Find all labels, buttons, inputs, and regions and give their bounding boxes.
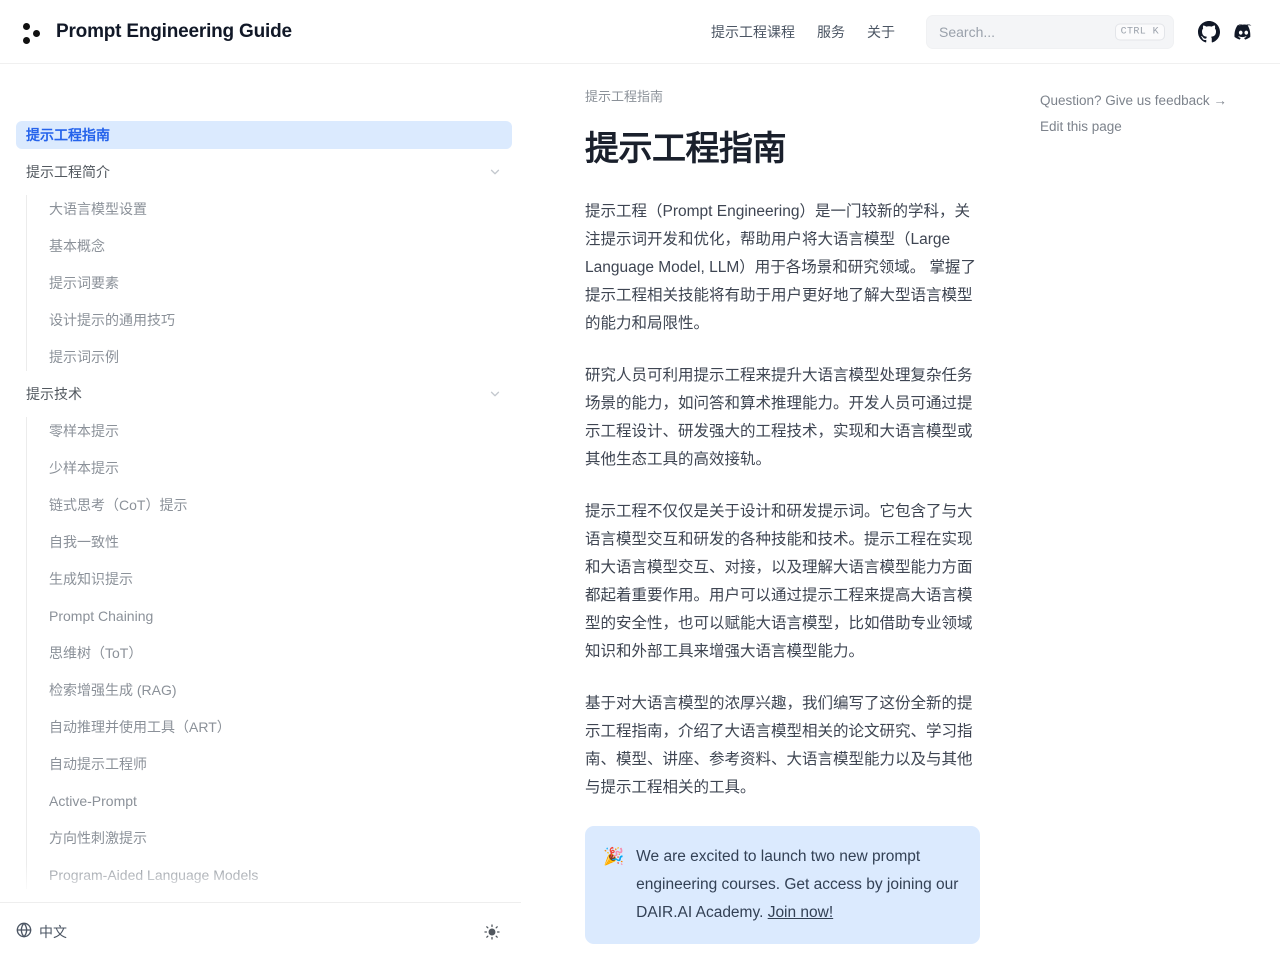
- sidebar-section-guide: 提示工程指南: [16, 121, 512, 149]
- chevron-down-icon: [488, 387, 502, 401]
- sidebar-item-zero-shot[interactable]: 零样本提示: [27, 417, 512, 445]
- sidebar-item-label: 提示工程简介: [26, 164, 110, 180]
- sidebar-section-techniques: 提示技术 零样本提示 少样本提示 链式思考（CoT）提示 自我一致性 生成知识提…: [16, 380, 512, 889]
- sidebar-item-rag[interactable]: 检索增强生成 (RAG): [27, 676, 512, 704]
- brand-home-link[interactable]: Prompt Engineering Guide: [20, 19, 292, 45]
- three-dots-logo-icon: [20, 19, 46, 45]
- sidebar-item-prompt-engineering-guide[interactable]: 提示工程指南: [16, 121, 512, 149]
- brand-title: Prompt Engineering Guide: [56, 20, 292, 42]
- paragraph-1: 提示工程（Prompt Engineering）是一门较新的学科，关注提示词开发…: [585, 203, 977, 332]
- github-icon[interactable]: [1194, 17, 1224, 47]
- callout-text: We are excited to launch two new prompt …: [636, 843, 962, 927]
- edit-page-link[interactable]: Edit this page: [1040, 114, 1260, 140]
- discord-icon[interactable]: [1228, 17, 1258, 47]
- sidebar-item-techniques[interactable]: 提示技术: [16, 380, 512, 408]
- right-rail: Question? Give us feedback → Edit this p…: [1020, 64, 1280, 960]
- main-content: 提示工程指南 提示工程指南 提示工程（Prompt Engineering）是一…: [560, 64, 1000, 960]
- sidebar-item-intro[interactable]: 提示工程简介: [16, 158, 512, 186]
- sidebar-item-label: 提示工程指南: [26, 127, 110, 143]
- top-header: Prompt Engineering Guide 提示工程课程 服务 关于 CT…: [0, 0, 1280, 64]
- sidebar-sublist-techniques: 零样本提示 少样本提示 链式思考（CoT）提示 自我一致性 生成知识提示 Pro…: [26, 417, 512, 889]
- nav-link-about[interactable]: 关于: [856, 22, 906, 42]
- sidebar-item-label: 提示技术: [26, 386, 82, 402]
- breadcrumb: 提示工程指南: [585, 89, 664, 104]
- join-now-link[interactable]: Join now!: [768, 904, 833, 921]
- sidebar-item-basic-concepts[interactable]: 基本概念: [27, 232, 512, 260]
- sidebar-item-active-prompt[interactable]: Active-Prompt: [27, 787, 512, 815]
- sidebar-item-llm-settings[interactable]: 大语言模型设置: [27, 195, 512, 223]
- sidebar-item-general-tips[interactable]: 设计提示的通用技巧: [27, 306, 512, 334]
- page-title: 提示工程指南: [585, 130, 787, 168]
- sidebar-item-directional-stimulus[interactable]: 方向性刺激提示: [27, 824, 512, 852]
- page-layout: 提示工程指南 提示工程简介 大语言模型设置 基本概念 提示词要素 设计提示的通用…: [0, 64, 1280, 960]
- globe-icon: [16, 922, 32, 941]
- announcement-callout: 🎉 We are excited to launch two new promp…: [585, 826, 980, 944]
- search-box[interactable]: CTRL K: [926, 14, 1174, 49]
- language-label: 中文: [39, 923, 67, 940]
- chevron-down-icon: [488, 165, 502, 179]
- sidebar-sublist-intro: 大语言模型设置 基本概念 提示词要素 设计提示的通用技巧 提示词示例: [26, 195, 512, 371]
- sidebar-item-pal[interactable]: Program-Aided Language Models: [27, 861, 512, 889]
- sidebar-item-generated-knowledge[interactable]: 生成知识提示: [27, 565, 512, 593]
- sun-icon[interactable]: [479, 919, 505, 945]
- sidebar-nav-list: 提示工程指南 提示工程简介 大语言模型设置 基本概念 提示词要素 设计提示的通用…: [16, 121, 512, 889]
- sidebar-item-cot[interactable]: 链式思考（CoT）提示: [27, 491, 512, 519]
- language-selector[interactable]: 中文: [16, 922, 67, 942]
- party-popper-icon: 🎉: [603, 847, 625, 866]
- sidebar-footer: 中文: [0, 902, 521, 960]
- paragraph-4: 基于对大语言模型的浓厚兴趣，我们编写了这份全新的提示工程指南，介绍了大语言模型相…: [585, 695, 973, 796]
- sidebar-item-prompt-chaining[interactable]: Prompt Chaining: [27, 602, 512, 630]
- sidebar-item-tot[interactable]: 思维树（ToT）: [27, 639, 512, 667]
- search-shortcut-badge: CTRL K: [1114, 23, 1165, 40]
- sidebar-item-few-shot[interactable]: 少样本提示: [27, 454, 512, 482]
- left-sidebar: 提示工程指南 提示工程简介 大语言模型设置 基本概念 提示词要素 设计提示的通用…: [0, 64, 540, 960]
- sidebar-scroll-area[interactable]: 提示工程指南 提示工程简介 大语言模型设置 基本概念 提示词要素 设计提示的通用…: [0, 64, 540, 902]
- sidebar-item-prompt-examples[interactable]: 提示词示例: [27, 343, 512, 371]
- sidebar-item-art[interactable]: 自动推理并使用工具（ART）: [27, 713, 512, 741]
- feedback-link[interactable]: Question? Give us feedback →: [1040, 88, 1260, 114]
- nav-link-courses[interactable]: 提示工程课程: [700, 22, 806, 42]
- nav-link-services[interactable]: 服务: [806, 22, 856, 42]
- paragraph-2: 研究人员可利用提示工程来提升大语言模型处理复杂任务场景的能力，如问答和算术推理能…: [585, 367, 973, 468]
- sidebar-item-prompt-elements[interactable]: 提示词要素: [27, 269, 512, 297]
- sidebar-item-ape[interactable]: 自动提示工程师: [27, 750, 512, 778]
- header-nav: 提示工程课程 服务 关于 CTRL K: [700, 14, 1258, 49]
- sidebar-section-intro: 提示工程简介 大语言模型设置 基本概念 提示词要素 设计提示的通用技巧 提示词示…: [16, 158, 512, 371]
- paragraph-3: 提示工程不仅仅是关于设计和研发提示词。它包含了与大语言模型交互和研发的各种技能和…: [585, 503, 973, 660]
- sidebar-item-self-consistency[interactable]: 自我一致性: [27, 528, 512, 556]
